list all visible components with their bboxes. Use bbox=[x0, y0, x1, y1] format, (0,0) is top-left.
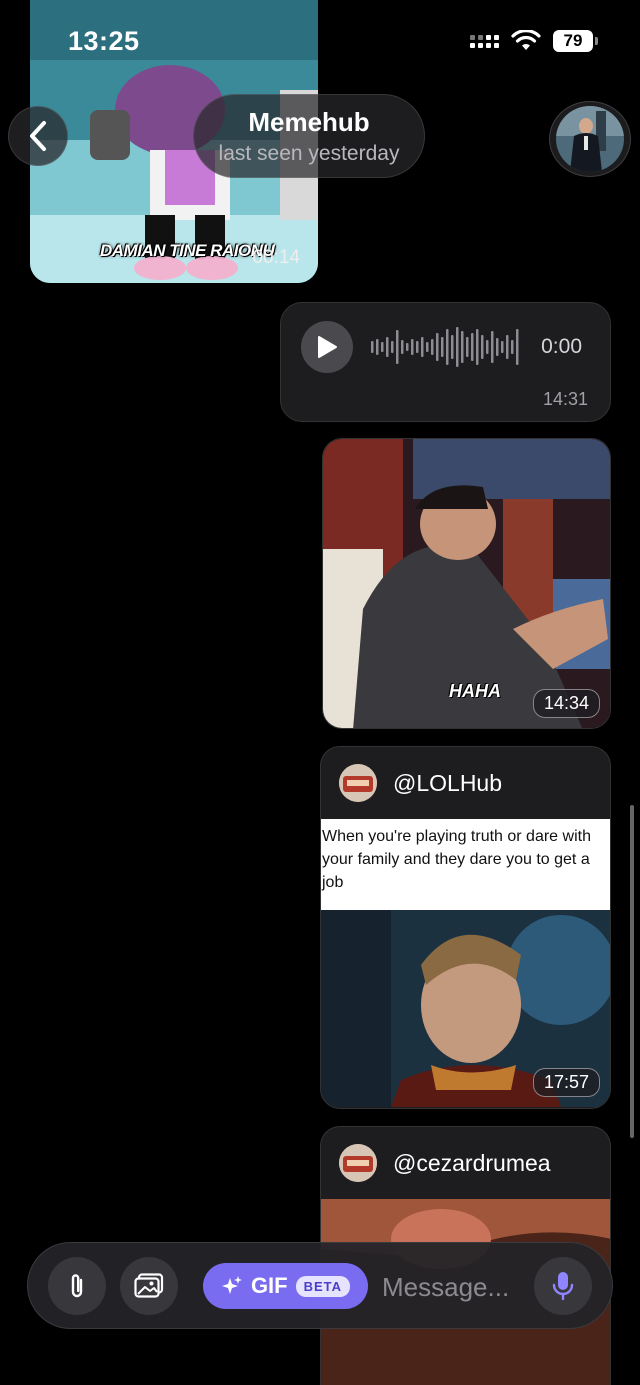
contact-avatar-button[interactable] bbox=[549, 101, 631, 177]
voice-duration: 0:00 bbox=[541, 335, 582, 358]
channel-handle: @LOLHub bbox=[393, 769, 503, 796]
wifi-icon bbox=[511, 30, 541, 50]
last-seen-status: last seen yesterday bbox=[218, 141, 400, 165]
message-timestamp: 14:31 bbox=[542, 389, 588, 409]
chat-title[interactable]: Memehub last seen yesterday bbox=[193, 94, 425, 178]
back-button[interactable] bbox=[8, 106, 68, 166]
voice-record-button[interactable] bbox=[534, 1257, 592, 1315]
post-media[interactable]: 17:57 bbox=[321, 910, 610, 1107]
message-timestamp: 14:34 bbox=[532, 689, 600, 718]
microphone-icon bbox=[552, 1272, 574, 1301]
message-input[interactable] bbox=[382, 1265, 532, 1309]
gif-caption: HAHA bbox=[449, 681, 501, 701]
chevron-left-icon bbox=[30, 121, 46, 151]
play-icon bbox=[318, 336, 337, 358]
contact-name: Memehub bbox=[248, 106, 370, 137]
play-button[interactable] bbox=[301, 321, 353, 373]
shared-post-card[interactable]: @LOLHub When you're playing truth or dar… bbox=[320, 746, 611, 1109]
post-header[interactable]: @cezardrumea bbox=[321, 1127, 610, 1199]
post-header[interactable]: @LOLHub bbox=[321, 747, 610, 819]
video-caption: DAMIAN TINE RAIONU bbox=[100, 241, 275, 260]
channel-handle: @cezardrumea bbox=[393, 1149, 551, 1176]
scrollbar[interactable] bbox=[630, 805, 634, 1138]
channel-avatar bbox=[339, 1144, 377, 1182]
waveform bbox=[371, 327, 519, 367]
gallery-icon bbox=[134, 1273, 164, 1298]
status-icons: 79 bbox=[470, 30, 598, 52]
message-timestamp: 17:57 bbox=[532, 1068, 600, 1097]
paperclip-icon bbox=[71, 1274, 83, 1298]
beta-badge: BETA bbox=[295, 1275, 351, 1297]
battery-icon: 79 bbox=[553, 30, 598, 52]
attach-button[interactable] bbox=[48, 1257, 106, 1315]
gif-message[interactable]: HAHA 14:34 bbox=[322, 438, 611, 729]
gif-button[interactable]: GIF BETA bbox=[203, 1263, 368, 1309]
signal-icon bbox=[470, 34, 499, 48]
video-duration: 00:14 bbox=[252, 247, 300, 268]
gif-label: GIF bbox=[250, 1273, 288, 1298]
gallery-button[interactable] bbox=[120, 1257, 178, 1315]
message-composer: GIF BETA bbox=[27, 1242, 613, 1329]
sparkle-icon bbox=[221, 1276, 242, 1294]
avatar bbox=[556, 106, 624, 172]
post-text: When you're playing truth or dare with y… bbox=[321, 819, 610, 910]
channel-avatar bbox=[339, 764, 377, 802]
status-time: 13:25 bbox=[68, 26, 140, 56]
voice-message[interactable]: 0:00 14:31 bbox=[280, 302, 611, 422]
battery-level: 79 bbox=[553, 30, 593, 52]
